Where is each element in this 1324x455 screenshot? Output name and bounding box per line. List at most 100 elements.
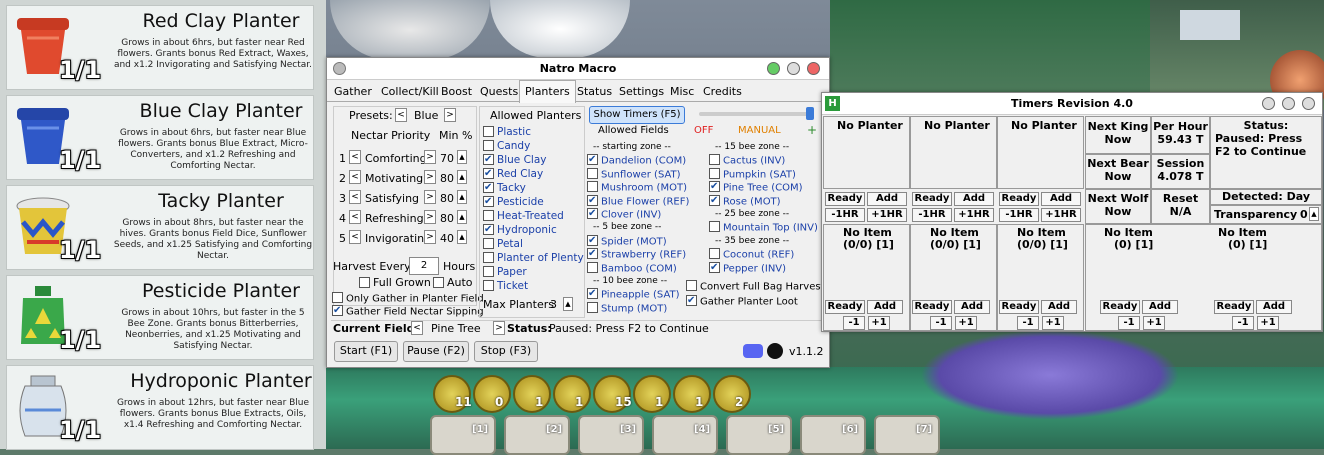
plus-1-button[interactable]: +1: [868, 316, 890, 330]
ready-button[interactable]: Ready: [825, 192, 865, 206]
boost-icon[interactable]: [713, 375, 751, 413]
preset-next-button[interactable]: >: [444, 108, 456, 122]
hotbar-slot[interactable]: [652, 415, 718, 455]
nectar-prev-button[interactable]: <: [349, 150, 361, 164]
add-button[interactable]: Add: [1142, 300, 1178, 314]
planter-checkbox[interactable]: Petal: [483, 237, 523, 250]
preset-prev-button[interactable]: <: [395, 108, 407, 122]
tab-credits[interactable]: Credits: [703, 85, 742, 98]
planter-card[interactable]: 1/1 Blue Clay Planter Grows in about 6hr…: [6, 95, 314, 180]
field-next-button[interactable]: >: [493, 321, 505, 335]
planter-checkbox[interactable]: Tacky: [483, 181, 526, 194]
add-button[interactable]: Add: [954, 300, 990, 314]
transparency-stepper[interactable]: ▲: [1309, 207, 1319, 221]
hotbar-slot[interactable]: [800, 415, 866, 455]
add-button[interactable]: Add: [1256, 300, 1292, 314]
planter-checkbox[interactable]: Heat-Treated: [483, 209, 564, 222]
boost-icon[interactable]: [633, 375, 671, 413]
planter-card[interactable]: 1/1 Hydroponic Planter Grows in about 12…: [6, 365, 314, 450]
nectar-min-stepper[interactable]: ▲: [457, 150, 467, 164]
tab-misc[interactable]: Misc: [670, 85, 694, 98]
nectar-next-button[interactable]: >: [424, 170, 436, 184]
minimize-icon[interactable]: [767, 62, 780, 75]
field-checkbox[interactable]: Strawberry (REF): [587, 248, 686, 261]
add-field-button[interactable]: +: [807, 123, 817, 137]
plus-1-button[interactable]: +1: [1143, 316, 1165, 330]
planter-checkbox[interactable]: Planter of Plenty: [483, 251, 584, 264]
field-checkbox[interactable]: Sunflower (SAT): [587, 167, 681, 180]
minus-1-button[interactable]: -1: [1232, 316, 1254, 330]
minus-1hr-button[interactable]: -1HR: [825, 208, 865, 222]
reset-cell[interactable]: Reset N/A: [1151, 189, 1210, 224]
nectar-prev-button[interactable]: <: [349, 210, 361, 224]
nectar-prev-button[interactable]: <: [349, 190, 361, 204]
field-checkbox[interactable]: Stump (MOT): [587, 301, 667, 314]
tab-settings[interactable]: Settings: [619, 85, 664, 98]
tab-boost[interactable]: Boost: [441, 85, 472, 98]
minus-1-button[interactable]: -1: [930, 316, 952, 330]
boost-icon[interactable]: [473, 375, 511, 413]
field-checkbox[interactable]: Pumpkin (SAT): [709, 167, 796, 180]
hotbar-slot[interactable]: [578, 415, 644, 455]
gather-sipping-checkbox[interactable]: Gather Field Nectar Sipping: [332, 305, 484, 318]
close-icon[interactable]: [807, 62, 820, 75]
boost-icon[interactable]: [513, 375, 551, 413]
hotbar-slot[interactable]: [504, 415, 570, 455]
full-grown-checkbox[interactable]: Full Grown: [359, 276, 431, 289]
tab-quests[interactable]: Quests: [480, 85, 518, 98]
planter-checkbox[interactable]: Paper: [483, 265, 527, 278]
nectar-min-stepper[interactable]: ▲: [457, 230, 467, 244]
field-checkbox[interactable]: Clover (INV): [587, 208, 661, 221]
show-timers-button[interactable]: Show Timers (F5): [589, 106, 685, 124]
plus-1hr-button[interactable]: +1HR: [954, 208, 994, 222]
add-button[interactable]: Add: [954, 192, 994, 206]
minus-1-button[interactable]: -1: [843, 316, 865, 330]
tab-collect-kill[interactable]: Collect/Kill: [381, 85, 439, 98]
nectar-next-button[interactable]: >: [424, 210, 436, 224]
convert-full-bag-checkbox[interactable]: Convert Full Bag Harvest: [686, 280, 824, 293]
minimize-icon[interactable]: [1262, 97, 1275, 110]
nectar-prev-button[interactable]: <: [349, 170, 361, 184]
plus-1hr-button[interactable]: +1HR: [1041, 208, 1081, 222]
planter-checkbox[interactable]: Pesticide: [483, 195, 544, 208]
field-prev-button[interactable]: <: [411, 321, 423, 335]
field-checkbox[interactable]: Pepper (INV): [709, 261, 786, 274]
auto-checkbox[interactable]: Auto: [433, 276, 473, 289]
maximize-icon[interactable]: [1282, 97, 1295, 110]
nectar-min-stepper[interactable]: ▲: [457, 170, 467, 184]
gather-planter-loot-checkbox[interactable]: Gather Planter Loot: [686, 295, 798, 308]
minus-1hr-button[interactable]: -1HR: [912, 208, 952, 222]
harvest-hours-input[interactable]: 2: [409, 257, 439, 275]
pause-button[interactable]: Pause (F2): [403, 341, 469, 362]
discord-icon[interactable]: [743, 344, 763, 358]
plus-1-button[interactable]: +1: [1042, 316, 1064, 330]
field-checkbox[interactable]: Blue Flower (REF): [587, 194, 689, 207]
planter-checkbox[interactable]: Blue Clay: [483, 153, 546, 166]
planter-checkbox[interactable]: Hydroponic: [483, 223, 557, 236]
add-button[interactable]: Add: [867, 192, 907, 206]
planter-checkbox[interactable]: Plastic: [483, 125, 531, 138]
ready-button[interactable]: Ready: [999, 300, 1039, 314]
nectar-min-stepper[interactable]: ▲: [457, 210, 467, 224]
nectar-next-button[interactable]: >: [424, 150, 436, 164]
field-checkbox[interactable]: Mountain Top (INV): [709, 221, 818, 234]
boost-icon[interactable]: [553, 375, 591, 413]
hotbar-slot[interactable]: [726, 415, 792, 455]
add-button[interactable]: Add: [867, 300, 903, 314]
slider-track[interactable]: [699, 112, 809, 116]
planter-checkbox[interactable]: Candy: [483, 139, 530, 152]
planter-card[interactable]: 1/1 Pesticide Planter Grows in about 10h…: [6, 275, 314, 360]
nectar-next-button[interactable]: >: [424, 230, 436, 244]
plus-1-button[interactable]: +1: [1257, 316, 1279, 330]
ready-button[interactable]: Ready: [825, 300, 865, 314]
field-checkbox[interactable]: Cactus (INV): [709, 154, 785, 167]
ready-button[interactable]: Ready: [912, 192, 952, 206]
planter-card[interactable]: 1/1 Red Clay Planter Grows in about 6hrs…: [6, 5, 314, 90]
field-checkbox[interactable]: Rose (MOT): [709, 194, 781, 207]
window-titlebar[interactable]: Natro Macro: [327, 58, 829, 80]
minus-1-button[interactable]: -1: [1118, 316, 1140, 330]
stop-button[interactable]: Stop (F3): [474, 341, 538, 362]
field-checkbox[interactable]: Pineapple (SAT): [587, 288, 680, 301]
ready-button[interactable]: Ready: [912, 300, 952, 314]
off-label[interactable]: OFF: [694, 125, 713, 136]
